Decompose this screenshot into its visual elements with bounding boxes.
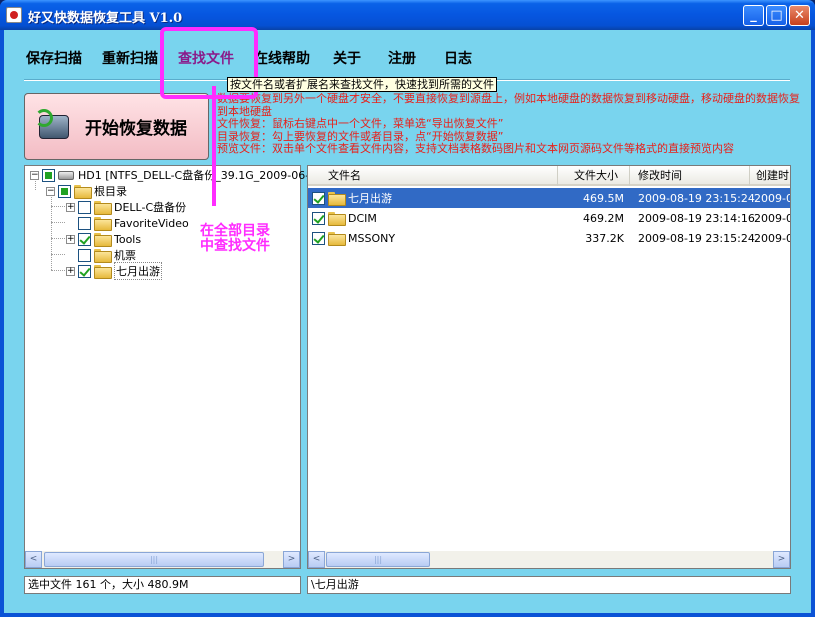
tree-checkbox[interactable] bbox=[78, 216, 91, 230]
instructions: 数据要恢复到另外一个硬盘才安全，不要直接恢复到源盘上，例如本地硬盘的数据恢复到移… bbox=[217, 92, 807, 156]
file-modified: 2009-08-19 23:14:16 bbox=[638, 211, 755, 225]
menu-save-scan[interactable]: 保存扫描 bbox=[26, 48, 82, 68]
tree-checkbox[interactable] bbox=[78, 232, 91, 246]
file-list[interactable]: 文件名 文件大小 修改时间 创建时 七月出游 469.5M 2009-08-19… bbox=[307, 165, 791, 569]
app-icon[interactable] bbox=[6, 7, 22, 23]
file-modified: 2009-08-19 23:15:24 bbox=[638, 231, 755, 245]
start-recovery-label: 开始恢复数据 bbox=[85, 119, 187, 139]
collapse-icon[interactable]: − bbox=[46, 186, 55, 196]
instruction-line: 预览文件：双击单个文件查看文件内容，支持文档表格数码图片和文本网页源码文件等格式… bbox=[217, 142, 734, 155]
folder-icon bbox=[74, 185, 92, 199]
file-name: MSSONY bbox=[348, 231, 396, 245]
menu-rescan[interactable]: 重新扫描 bbox=[102, 48, 158, 68]
tree-node-label: 机票 bbox=[114, 249, 136, 262]
file-row[interactable]: DCIM 469.2M 2009-08-19 23:14:16 2009-0 bbox=[308, 208, 790, 228]
scroll-thumb[interactable]: ||| bbox=[326, 552, 430, 567]
collapse-icon[interactable]: − bbox=[30, 170, 39, 180]
annotation-text: 在全部目录 中查找文件 bbox=[200, 224, 270, 254]
minimize-button[interactable]: _ bbox=[743, 5, 764, 26]
file-size: 337.2K bbox=[585, 231, 624, 245]
column-header-modified[interactable]: 修改时间 bbox=[630, 166, 750, 186]
menu-about[interactable]: 关于 bbox=[333, 48, 361, 68]
row-checkbox[interactable] bbox=[312, 231, 325, 245]
file-created: 2009-0 bbox=[754, 231, 790, 245]
expand-icon[interactable]: + bbox=[66, 202, 75, 212]
tree-checkbox[interactable] bbox=[78, 248, 91, 262]
start-recovery-button[interactable]: 开始恢复数据 bbox=[24, 93, 209, 160]
menu-log[interactable]: 日志 bbox=[444, 48, 472, 68]
list-header: 文件名 文件大小 修改时间 创建时 bbox=[308, 166, 790, 186]
app-window: 好又快数据恢复工具 V1.0 _ □ ✕ 保存扫描 重新扫描 查找文件 在线帮助… bbox=[0, 0, 815, 617]
annotation-line: 中查找文件 bbox=[200, 238, 270, 254]
title-bar[interactable]: 好又快数据恢复工具 V1.0 _ □ ✕ bbox=[0, 0, 815, 30]
folder-icon bbox=[94, 217, 112, 231]
folder-icon bbox=[94, 201, 112, 215]
hard-drive-icon bbox=[58, 170, 74, 180]
scroll-track[interactable]: ||| bbox=[325, 551, 773, 568]
tree-node-label: 根目录 bbox=[94, 185, 127, 198]
expand-icon[interactable]: + bbox=[66, 266, 75, 276]
tree-node-folder[interactable]: + 七月出游 bbox=[66, 262, 162, 280]
tree-horizontal-scrollbar[interactable]: < ||| > bbox=[25, 551, 300, 568]
tree-node-drive[interactable]: − HD1 [NTFS_DELL-C盘备份_39.1G_2009-06-1 bbox=[30, 167, 316, 183]
scroll-right-arrow[interactable]: > bbox=[773, 551, 790, 568]
maximize-button[interactable]: □ bbox=[766, 5, 787, 26]
recovery-disk-icon bbox=[35, 107, 77, 147]
folder-icon bbox=[94, 265, 112, 279]
file-modified: 2009-08-19 23:15:24 bbox=[638, 191, 755, 205]
tree-node-folder[interactable]: 机票 bbox=[78, 247, 136, 263]
folder-icon bbox=[94, 249, 112, 263]
scroll-left-arrow[interactable]: < bbox=[25, 551, 42, 568]
folder-icon bbox=[328, 212, 346, 226]
file-created: 2009-0 bbox=[754, 191, 790, 205]
instruction-line: 数据要恢复到另外一个硬盘才安全，不要直接恢复到源盘上，例如本地硬盘的数据恢复到移… bbox=[217, 92, 800, 118]
folder-icon bbox=[94, 233, 112, 247]
column-header-name[interactable]: 文件名 bbox=[308, 166, 558, 186]
column-header-size[interactable]: 文件大小 bbox=[558, 166, 630, 186]
column-header-created[interactable]: 创建时 bbox=[750, 166, 790, 186]
client-area: 保存扫描 重新扫描 查找文件 在线帮助 关于 注册 日志 开始恢复数据 数据要恢… bbox=[4, 27, 811, 613]
scroll-left-arrow[interactable]: < bbox=[308, 551, 325, 568]
status-selection: 选中文件 161 个，大小 480.9M bbox=[24, 576, 301, 594]
tree-checkbox[interactable] bbox=[78, 200, 91, 214]
file-name: 七月出游 bbox=[348, 192, 392, 205]
tree-node-label: FavoriteVideo bbox=[114, 216, 189, 230]
menu-register[interactable]: 注册 bbox=[388, 48, 416, 68]
tree-node-label: Tools bbox=[114, 232, 142, 246]
tree-node-folder[interactable]: FavoriteVideo bbox=[78, 215, 189, 231]
annotation-pointer bbox=[212, 86, 216, 206]
instruction-line: 文件恢复：鼠标右键点中一个文件，菜单选“导出恢复文件” bbox=[217, 117, 504, 130]
tree-node-root[interactable]: − 根目录 bbox=[46, 183, 127, 199]
row-checkbox[interactable] bbox=[312, 191, 325, 205]
tree-node-folder[interactable]: + DELL-C盘备份 bbox=[66, 199, 186, 215]
menu-online-help[interactable]: 在线帮助 bbox=[254, 48, 310, 68]
tree-node-folder[interactable]: + Tools bbox=[66, 231, 141, 247]
file-name: DCIM bbox=[348, 211, 377, 225]
tree-checkbox[interactable] bbox=[78, 264, 91, 278]
tree-node-label: 七月出游 bbox=[114, 262, 162, 280]
scroll-track[interactable]: ||| bbox=[42, 551, 283, 568]
file-size: 469.5M bbox=[583, 191, 624, 205]
tree-checkbox[interactable] bbox=[58, 184, 71, 198]
tree-checkbox[interactable] bbox=[42, 168, 55, 182]
file-row[interactable]: MSSONY 337.2K 2009-08-19 23:15:24 2009-0 bbox=[308, 228, 790, 248]
tree-node-label: HD1 [NTFS_DELL-C盘备份_39.1G_2009-06-1 bbox=[78, 169, 317, 182]
expand-icon[interactable]: + bbox=[66, 234, 75, 244]
window-title: 好又快数据恢复工具 V1.0 bbox=[28, 11, 183, 26]
annotation-line: 在全部目录 bbox=[200, 223, 270, 239]
file-row[interactable]: 七月出游 469.5M 2009-08-19 23:15:24 2009-0 bbox=[308, 188, 790, 208]
menu-bar: 保存扫描 重新扫描 查找文件 在线帮助 关于 注册 日志 bbox=[4, 30, 811, 82]
tree-node-label: DELL-C盘备份 bbox=[114, 201, 187, 214]
close-button[interactable]: ✕ bbox=[789, 5, 810, 26]
file-size: 469.2M bbox=[583, 211, 624, 225]
file-created: 2009-0 bbox=[754, 211, 790, 225]
folder-icon bbox=[328, 192, 346, 206]
row-checkbox[interactable] bbox=[312, 211, 325, 225]
folder-icon bbox=[328, 232, 346, 246]
status-path: \七月出游 bbox=[307, 576, 791, 594]
find-file-tooltip: 按文件名或者扩展名来查找文件，快速找到所需的文件 bbox=[227, 77, 497, 92]
scroll-right-arrow[interactable]: > bbox=[283, 551, 300, 568]
scroll-thumb[interactable]: ||| bbox=[44, 552, 264, 567]
list-horizontal-scrollbar[interactable]: < ||| > bbox=[308, 551, 790, 568]
